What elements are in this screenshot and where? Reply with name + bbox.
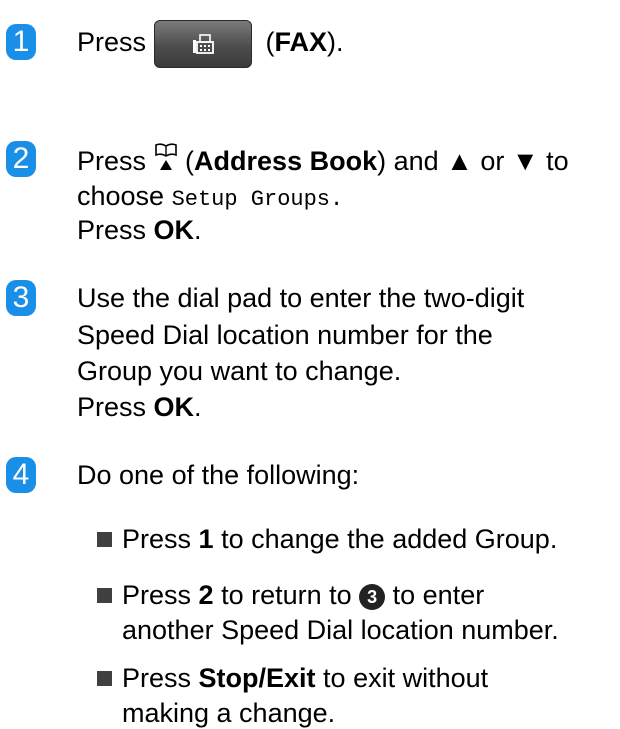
- address-book-icon: [154, 142, 178, 179]
- step-2-line-3: Press OK.: [77, 215, 202, 245]
- step-number-badge: 4: [6, 457, 36, 493]
- step-number-badge: 3: [6, 280, 36, 316]
- step-1-text: Press (FAX).: [77, 19, 344, 68]
- bullet-square: [97, 532, 112, 547]
- step-number-badge: 2: [6, 141, 36, 177]
- step-3-line-1: Use the dial pad to enter the two-digit: [77, 283, 525, 313]
- option-2-line-2: another Speed Dial location number.: [122, 615, 559, 645]
- step-3-reference-icon: 3: [359, 584, 386, 610]
- option-1: Press 1 to change the added Group.: [122, 524, 558, 554]
- step-2-line-2: choose Setup Groups.: [77, 181, 344, 212]
- option-3-line-2: making a change.: [122, 698, 336, 728]
- bullet-square: [97, 671, 112, 686]
- step-4-intro: Do one of the following:: [77, 460, 360, 490]
- step-3-line-4: Press OK.: [77, 392, 202, 422]
- bullet-square: [97, 588, 112, 603]
- step-number-badge: 1: [6, 24, 36, 60]
- option-3-line-1: Press Stop/Exit to exit without: [122, 663, 489, 693]
- step-3-line-2: Speed Dial location number for the: [77, 320, 493, 350]
- fax-button[interactable]: [154, 19, 253, 68]
- option-2-line-1: Press 2 to return to 3 to enter: [122, 580, 485, 610]
- step-3-line-3: Group you want to change.: [77, 356, 402, 386]
- fax-icon: [193, 34, 214, 54]
- step-2-line-1: Press (Address Book) and ▲ or ▼ to: [77, 142, 569, 179]
- setup-groups-text: Setup Groups: [171, 187, 331, 212]
